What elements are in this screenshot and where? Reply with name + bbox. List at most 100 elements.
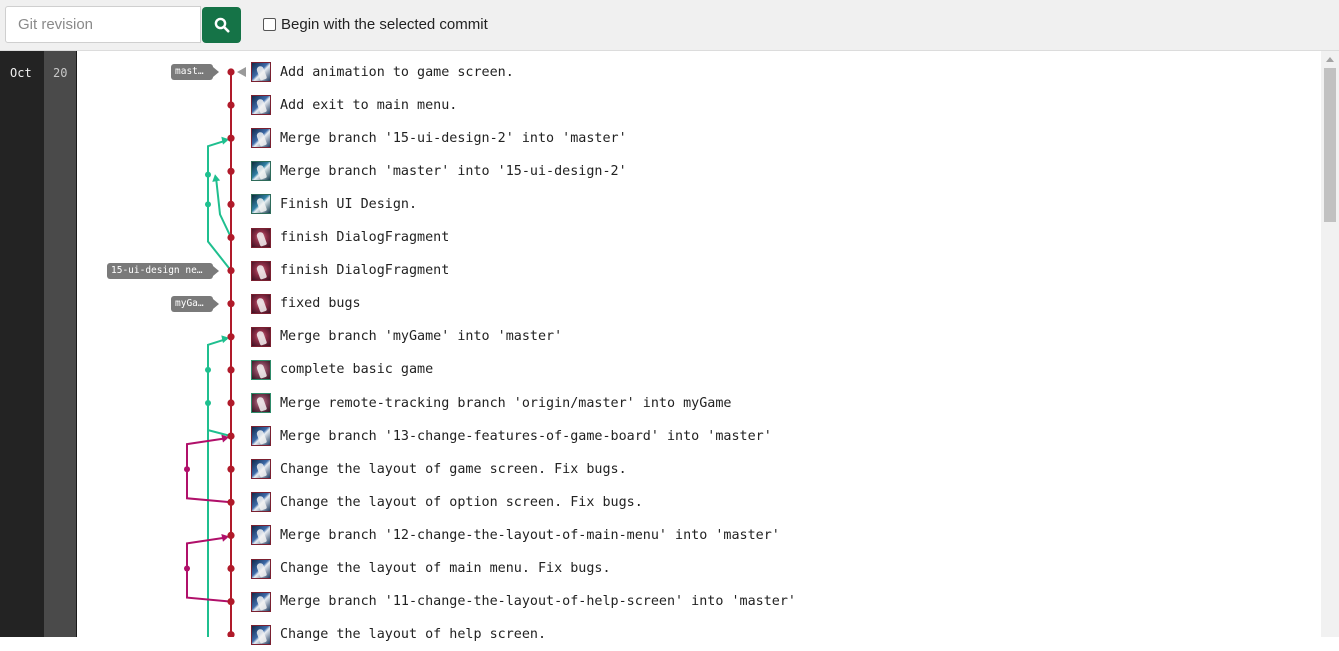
- author-avatar: [251, 260, 271, 281]
- commit-node: [227, 300, 235, 308]
- commit-row[interactable]: Merge branch '11-change-the-layout-of-he…: [251, 585, 796, 618]
- author-avatar: [251, 492, 271, 513]
- commit-row[interactable]: Merge branch 'master' into '15-ui-design…: [251, 155, 627, 188]
- commit-row[interactable]: Change the layout of main menu. Fix bugs…: [251, 552, 611, 585]
- author-avatar: [251, 227, 271, 248]
- commit-message: finish DialogFragment: [280, 230, 450, 245]
- commit-list: Add animation to game screen. Add exit to…: [251, 51, 1321, 645]
- commit-message: Change the layout of main menu. Fix bugs…: [280, 561, 611, 576]
- commit-row[interactable]: Merge branch '15-ui-design-2' into 'mast…: [251, 122, 627, 155]
- commit-graph: [77, 51, 252, 649]
- commit-message: Merge branch '12-change-the-layout-of-ma…: [280, 527, 780, 543]
- commit-message: fixed bugs: [280, 296, 361, 312]
- commit-message: complete basic game: [280, 362, 434, 378]
- month-column: Oct: [0, 51, 44, 637]
- branch-ref-label[interactable]: myGame: [171, 295, 213, 312]
- commit-message: Change the layout of option screen. Fix …: [280, 494, 643, 510]
- commit-row[interactable]: Merge remote-tracking branch 'origin/mas…: [251, 387, 731, 420]
- commit-message: Add exit to main menu.: [280, 97, 458, 113]
- search-icon: [214, 17, 229, 33]
- commit-node: [227, 564, 235, 573]
- begin-with-selected-checkbox[interactable]: [263, 18, 276, 31]
- commit-node: [227, 233, 235, 242]
- author-avatar: [251, 62, 271, 82]
- commit-message: Merge branch '13-change-features-of-game…: [280, 428, 772, 444]
- author-avatar: [251, 558, 271, 579]
- commit-message: finish DialogFragment: [280, 263, 450, 279]
- author-avatar: [251, 624, 271, 645]
- author-avatar: [251, 459, 271, 480]
- commit-row[interactable]: Change the layout of option screen. Fix …: [251, 486, 643, 519]
- commit-node: [227, 101, 235, 109]
- commit-message: Merge branch '11-change-the-layout-of-he…: [280, 594, 796, 610]
- commit-node: [227, 631, 235, 639]
- commit-node: [227, 598, 235, 606]
- head-pointer-icon: [237, 67, 246, 77]
- commit-node: [227, 399, 235, 407]
- commit-message: Merge branch 'master' into '15-ui-design…: [280, 163, 627, 179]
- git-revision-input[interactable]: [5, 6, 201, 43]
- feature-commit-node: [205, 366, 211, 373]
- side-commit-node: [184, 565, 190, 572]
- commit-node: [227, 531, 235, 539]
- feature-commit-node: [205, 171, 211, 178]
- scrollbar-thumb[interactable]: [1324, 68, 1336, 222]
- commit-row[interactable]: Merge branch '12-change-the-layout-of-ma…: [251, 519, 780, 552]
- ref-pointer-icon: [213, 298, 219, 309]
- commit-row[interactable]: Add animation to game screen.: [251, 56, 514, 89]
- branch-ref-label[interactable]: master: [171, 64, 213, 80]
- day-column: 20: [44, 51, 77, 637]
- commit-node: [227, 333, 235, 341]
- commit-row[interactable]: Merge branch 'myGame' into 'master': [251, 320, 562, 353]
- merge-arrow: [212, 174, 221, 182]
- author-avatar: [251, 293, 271, 314]
- commit-message: Merge remote-tracking branch 'origin/mas…: [280, 395, 732, 411]
- commit-row[interactable]: complete basic game: [251, 353, 433, 386]
- commit-message: Merge branch 'myGame' into 'master': [280, 329, 563, 345]
- feature-branch-line: [207, 337, 232, 438]
- author-avatar: [251, 525, 271, 546]
- feature-branch-line: [215, 177, 232, 238]
- author-avatar: [251, 194, 271, 215]
- commit-node: [227, 68, 235, 76]
- commit-node: [227, 200, 235, 208]
- toolbar: Begin with the selected commit: [0, 0, 1339, 51]
- side-commit-node: [184, 466, 190, 473]
- commit-node: [227, 498, 235, 506]
- commit-row[interactable]: fixed bugs: [251, 287, 361, 320]
- scroll-up-arrow-icon[interactable]: [1326, 57, 1334, 62]
- commit-message: Add animation to game screen.: [280, 64, 514, 80]
- author-avatar: [251, 128, 271, 149]
- author-avatar: [251, 426, 271, 447]
- commit-message: Merge branch '15-ui-design-2' into 'mast…: [280, 130, 627, 146]
- author-avatar: [251, 359, 271, 380]
- commit-row[interactable]: finish DialogFragment: [251, 221, 449, 254]
- commit-row[interactable]: Add exit to main menu.: [251, 89, 457, 122]
- commit-node: [227, 432, 235, 440]
- commit-node: [227, 167, 235, 175]
- commit-node: [227, 134, 235, 142]
- vertical-scrollbar[interactable]: [1321, 51, 1339, 637]
- branch-ref-label[interactable]: 15-ui-design ne…: [107, 262, 213, 279]
- month-label: Oct: [10, 66, 32, 80]
- begin-with-selected-label: Begin with the selected commit: [281, 16, 488, 33]
- commit-message: Change the layout of help screen.: [280, 627, 547, 643]
- author-avatar: [251, 591, 271, 612]
- ref-pointer-icon: [213, 265, 219, 276]
- commit-node: [227, 465, 235, 473]
- begin-with-selected-option[interactable]: Begin with the selected commit: [263, 16, 488, 33]
- commit-row[interactable]: Change the layout of game screen. Fix bu…: [251, 453, 627, 486]
- author-avatar: [251, 161, 271, 182]
- commit-row[interactable]: Finish UI Design.: [251, 188, 417, 221]
- commit-graph-svg: [183, 67, 246, 649]
- commit-row[interactable]: finish DialogFragment: [251, 254, 449, 287]
- author-avatar: [251, 326, 271, 347]
- commit-node: [227, 267, 235, 275]
- search-button[interactable]: [202, 7, 241, 43]
- commit-row[interactable]: Change the layout of help screen.: [251, 618, 546, 651]
- day-label: 20: [53, 66, 68, 80]
- commit-message: Finish UI Design.: [280, 196, 418, 212]
- commit-node: [227, 366, 235, 374]
- commit-row[interactable]: Merge branch '13-change-features-of-game…: [251, 420, 772, 453]
- ref-pointer-icon: [213, 67, 219, 77]
